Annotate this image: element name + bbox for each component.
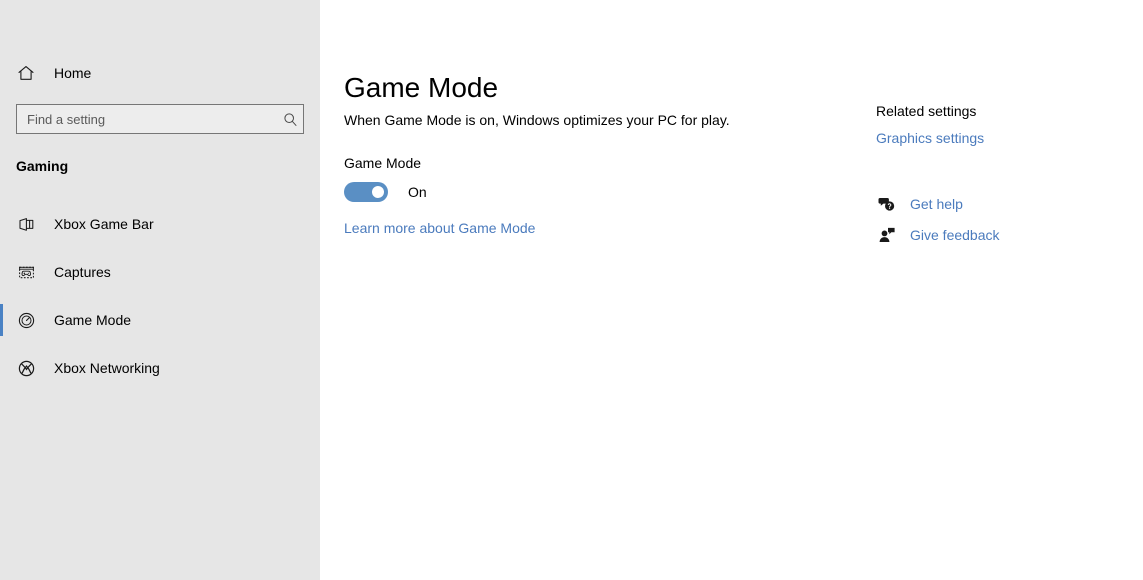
sidebar-item-captures[interactable]: Captures [0,256,320,288]
get-help-link[interactable]: Get help [876,195,963,213]
sidebar-item-home-label: Home [54,65,91,81]
page-title: Game Mode [344,71,498,105]
give-feedback-link[interactable]: Give feedback [876,226,1000,244]
sidebar-item-home[interactable]: Home [0,58,320,88]
search-box[interactable] [16,104,304,134]
selection-indicator [0,256,3,288]
sidebar-item-xbox-game-bar[interactable]: Xbox Game Bar [0,208,320,240]
graphics-settings-link[interactable]: Graphics settings [876,130,984,146]
sidebar-item-label: Xbox Game Bar [54,216,154,232]
sidebar: Home Gaming Xbox Game Bar [0,0,320,580]
main-content: Game Mode When Game Mode is on, Windows … [320,0,1143,580]
toggle-knob [372,186,384,198]
learn-more-link[interactable]: Learn more about Game Mode [344,220,535,236]
search-icon [277,112,303,127]
game-mode-icon [6,311,46,330]
game-mode-toggle[interactable] [344,182,388,202]
selection-indicator [0,352,3,384]
help-bubble-icon [876,195,898,213]
search-input[interactable] [17,106,277,132]
game-mode-toggle-label: Game Mode [344,155,421,171]
game-mode-toggle-state: On [408,184,427,200]
selection-indicator [0,304,3,336]
captures-icon [6,263,46,282]
selection-indicator [0,208,3,240]
page-description: When Game Mode is on, Windows optimizes … [344,111,730,129]
home-icon [6,64,46,82]
sidebar-item-label: Game Mode [54,312,131,328]
sidebar-item-xbox-networking[interactable]: Xbox Networking [0,352,320,384]
game-mode-toggle-row: On [344,182,427,202]
sidebar-nav-list: Xbox Game Bar Captures [0,208,320,400]
sidebar-item-label: Xbox Networking [54,360,160,376]
game-bar-icon [6,215,46,234]
sidebar-section-heading: Gaming [16,158,68,174]
related-settings-heading: Related settings [876,103,976,119]
sidebar-item-label: Captures [54,264,111,280]
sidebar-item-game-mode[interactable]: Game Mode [0,304,320,336]
feedback-person-icon [876,226,898,244]
get-help-label: Get help [910,196,963,212]
give-feedback-label: Give feedback [910,227,1000,243]
xbox-icon [6,359,46,378]
right-rail: Related settings Graphics settings Get h… [876,0,1143,580]
